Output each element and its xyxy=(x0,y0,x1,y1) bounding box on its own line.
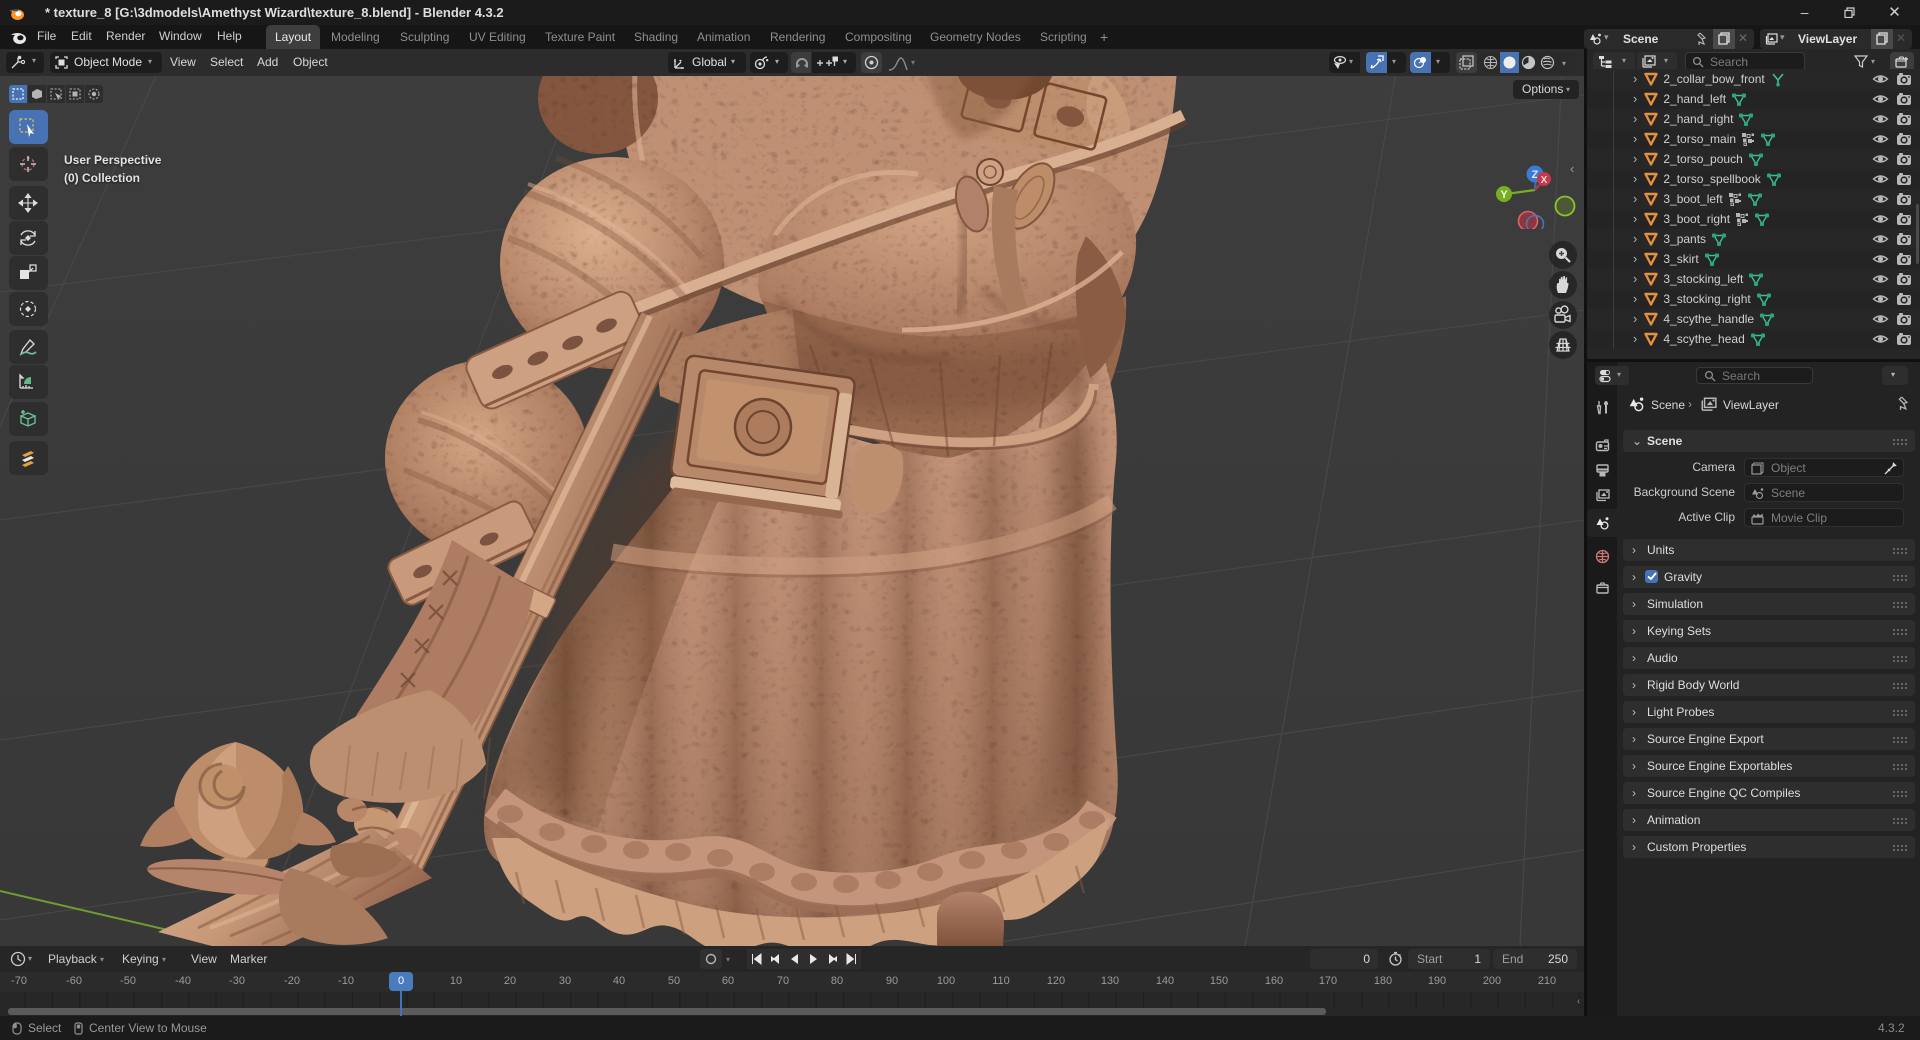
svg-text:X: X xyxy=(1541,175,1548,186)
svg-text:Y: Y xyxy=(1500,189,1508,201)
